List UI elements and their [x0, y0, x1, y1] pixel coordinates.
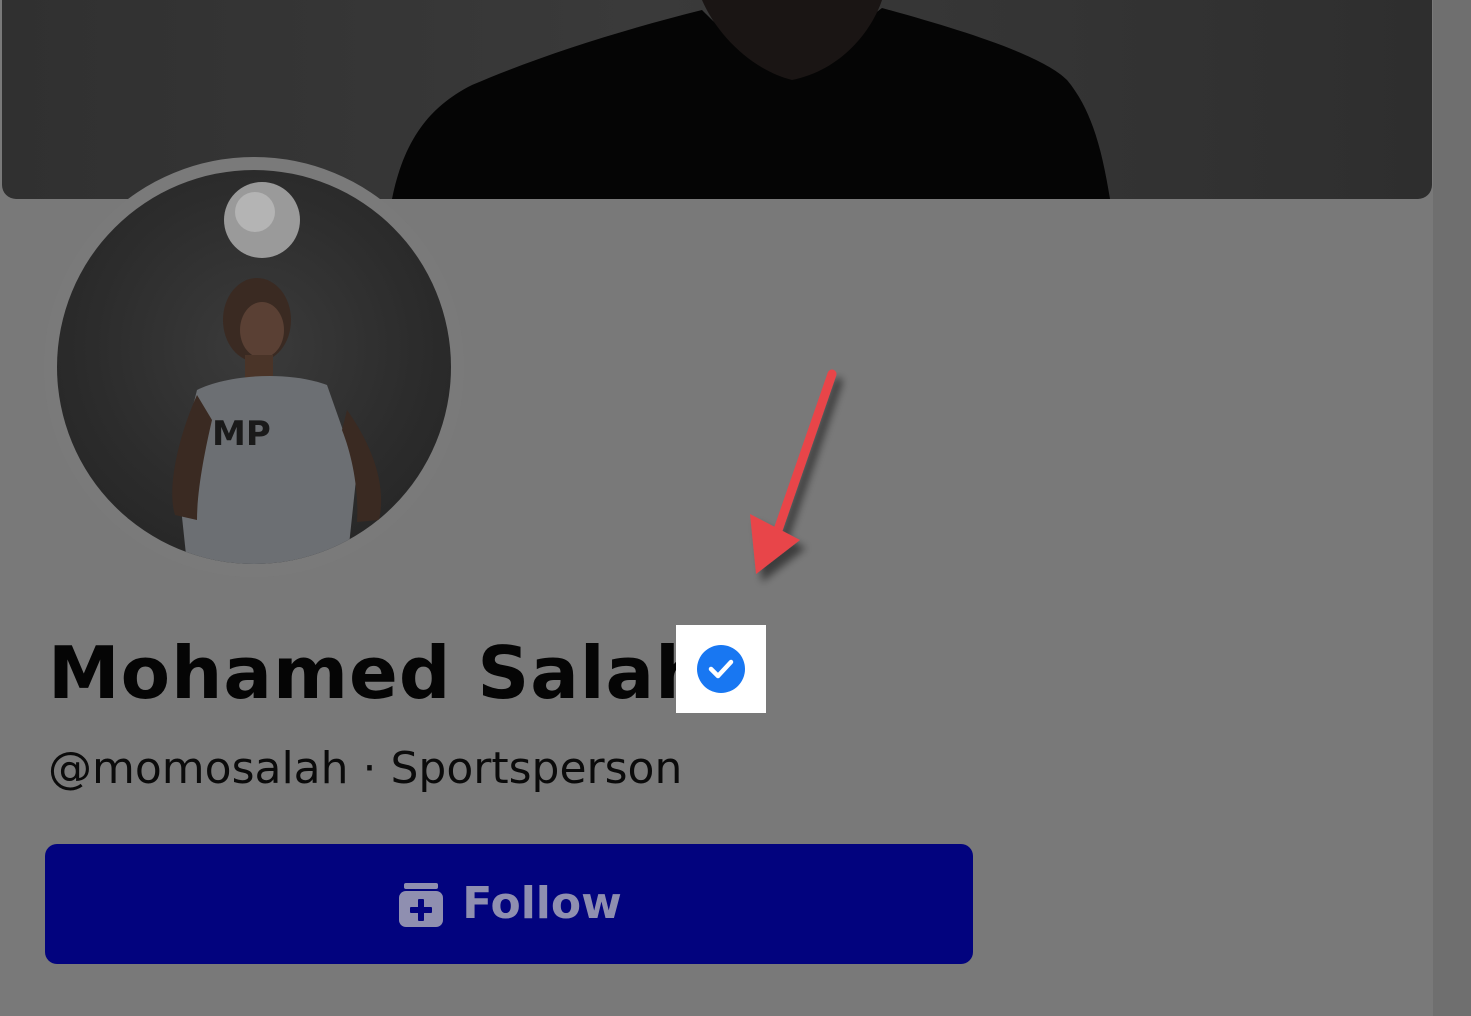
follow-button-label: Follow: [462, 878, 622, 929]
verified-badge-icon[interactable]: [697, 645, 745, 693]
profile-handle-category: @momosalah · Sportsperson: [48, 743, 683, 794]
follow-plus-icon: [396, 879, 446, 929]
scrollbar-track[interactable]: [1433, 0, 1471, 1016]
avatar-image: MP: [172, 182, 382, 564]
profile-name: Mohamed Salah: [48, 631, 708, 715]
follow-button[interactable]: Follow: [45, 844, 973, 964]
verified-badge-highlight: [676, 625, 766, 713]
annotation-arrow-icon: [750, 369, 837, 574]
profile-avatar[interactable]: MP: [57, 170, 451, 564]
profile-page: MP Mohamed Salah @momosalah · Sportspers…: [0, 0, 1471, 1016]
svg-text:MP: MP: [212, 414, 271, 454]
